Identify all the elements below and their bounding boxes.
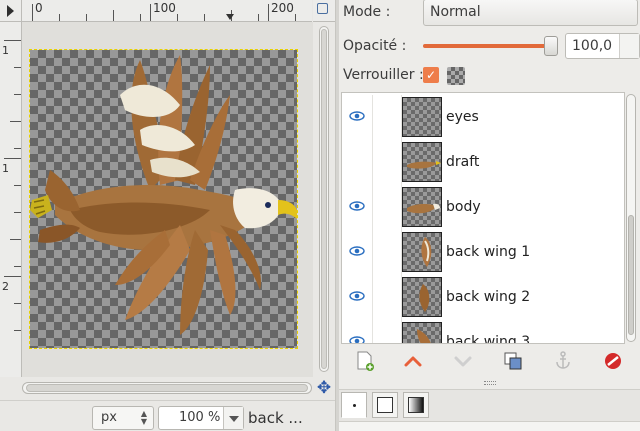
chain-toggle[interactable] <box>372 185 402 230</box>
layers-dock: Mode : Normal Opacité : 100,0 Verrouille… <box>339 0 640 431</box>
opacity-slider[interactable] <box>423 44 551 48</box>
layer-row[interactable]: body <box>342 185 624 230</box>
visibility-eye-icon[interactable] <box>348 244 366 258</box>
opacity-value: 100,0 <box>572 38 613 54</box>
layer-list[interactable]: eyes draft body back wing 1 back wing 2 … <box>341 92 625 344</box>
brush-icon <box>353 404 356 407</box>
canvas-horizontal-scrollbar[interactable] <box>0 377 313 399</box>
pattern-icon <box>377 397 393 413</box>
mode-value: Normal <box>430 4 481 20</box>
image-canvas[interactable] <box>29 49 298 349</box>
layer-name[interactable]: body <box>446 199 481 215</box>
chain-toggle[interactable] <box>372 230 402 275</box>
lock-alpha-icon[interactable] <box>447 67 465 85</box>
delete-icon <box>605 353 621 369</box>
eagle-artwork <box>30 55 297 335</box>
visibility-eye-icon[interactable] <box>348 109 366 123</box>
tab-pattern[interactable] <box>372 392 398 418</box>
chevron-down-icon[interactable] <box>223 407 243 429</box>
opacity-slider-handle[interactable] <box>544 36 558 56</box>
layer-row[interactable]: draft <box>342 140 624 185</box>
layer-thumbnail <box>402 97 442 137</box>
new-layer-button[interactable] <box>351 350 379 374</box>
mode-label: Mode : <box>343 4 391 20</box>
navigate-icon <box>317 3 328 14</box>
unit-select[interactable]: px ▲ ▼ <box>92 406 154 430</box>
dock-tab-strip <box>339 389 640 421</box>
vertical-ruler[interactable]: 1 1 2 <box>0 22 22 377</box>
duplicate-layer-icon <box>504 352 522 370</box>
image-window: 0 100 200 1 1 2 ✥ px ▲ ▼ 100 % back ... <box>0 0 335 431</box>
move-view-icon[interactable]: ✥ <box>315 379 333 397</box>
navigate-button[interactable] <box>313 0 335 22</box>
chain-toggle[interactable] <box>372 95 402 140</box>
tab-brush[interactable] <box>341 392 367 418</box>
layer-name[interactable]: eyes <box>446 109 479 125</box>
raise-layer-button[interactable] <box>399 350 427 374</box>
status-bar: px ▲ ▼ 100 % back ... <box>0 400 335 431</box>
layer-list-scrollbar[interactable] <box>624 92 638 344</box>
gradient-icon <box>408 397 424 413</box>
lock-pixels-checkbox[interactable]: ✓ <box>423 67 439 83</box>
new-layer-icon <box>357 351 374 371</box>
chain-toggle[interactable] <box>372 275 402 320</box>
lower-layer-button[interactable] <box>449 350 477 374</box>
horizontal-scroll-thumb[interactable] <box>26 384 308 392</box>
status-message: back ... <box>248 409 303 427</box>
spin-arrows-icon: ▲ ▼ <box>140 409 147 426</box>
layer-thumbnail <box>402 232 442 272</box>
mode-select[interactable]: Normal <box>423 0 638 26</box>
lock-label: Verrouiller : <box>343 67 424 83</box>
layer-row[interactable]: back wing 2 <box>342 275 624 320</box>
layer-name[interactable]: draft <box>446 154 479 170</box>
layer-row[interactable]: back wing 1 <box>342 230 624 275</box>
lower-layer-icon <box>454 356 472 367</box>
dock-bottom-strip <box>339 421 640 431</box>
vruler-label-1: 1 <box>2 44 9 57</box>
tab-gradient[interactable] <box>403 392 429 418</box>
chain-toggle[interactable] <box>372 320 402 343</box>
spin-button[interactable] <box>619 34 639 58</box>
anchor-layer-button[interactable] <box>549 350 577 374</box>
layer-name[interactable]: back wing 2 <box>446 289 530 305</box>
layer-thumbnail <box>402 187 442 227</box>
duplicate-layer-button[interactable] <box>499 350 527 374</box>
layer-thumbnail <box>402 322 442 343</box>
visibility-eye-icon[interactable] <box>348 199 366 213</box>
opacity-spinbutton[interactable]: 100,0 <box>565 33 640 59</box>
layer-row[interactable]: eyes <box>342 95 624 140</box>
vertical-scroll-thumb[interactable] <box>321 29 327 369</box>
ruler-label-200: 200 <box>271 1 294 15</box>
delete-layer-button[interactable] <box>599 350 627 374</box>
menu-arrow-icon <box>7 5 14 17</box>
anchor-icon <box>556 351 570 369</box>
layer-buttons-bar <box>339 346 640 378</box>
opacity-label: Opacité : <box>343 38 407 54</box>
quick-mask-toggle[interactable] <box>0 0 22 22</box>
zoom-combo[interactable]: 100 % <box>158 406 244 430</box>
layer-name[interactable]: back wing 3 <box>446 334 530 343</box>
layer-name[interactable]: back wing 1 <box>446 244 530 260</box>
chain-toggle[interactable] <box>372 140 402 185</box>
visibility-eye-icon[interactable] <box>348 289 366 303</box>
dock-resize-grip[interactable] <box>484 381 496 385</box>
ruler-label-0: 0 <box>35 1 43 15</box>
raise-layer-icon <box>404 356 422 367</box>
vruler-label-3: 2 <box>2 280 9 293</box>
layer-row[interactable]: back wing 3 <box>342 320 624 344</box>
unit-value: px <box>101 410 117 425</box>
visibility-eye-icon[interactable] <box>348 334 366 344</box>
canvas-vertical-scrollbar[interactable] <box>313 22 335 377</box>
horizontal-ruler[interactable]: 0 100 200 <box>22 0 312 22</box>
layer-thumbnail <box>402 277 442 317</box>
layer-list-scroll-thumb[interactable] <box>628 215 634 335</box>
zoom-value: 100 % <box>179 410 221 425</box>
layer-thumbnail <box>402 142 442 182</box>
ruler-label-100: 100 <box>153 1 176 15</box>
vruler-label-2: 1 <box>2 162 9 175</box>
